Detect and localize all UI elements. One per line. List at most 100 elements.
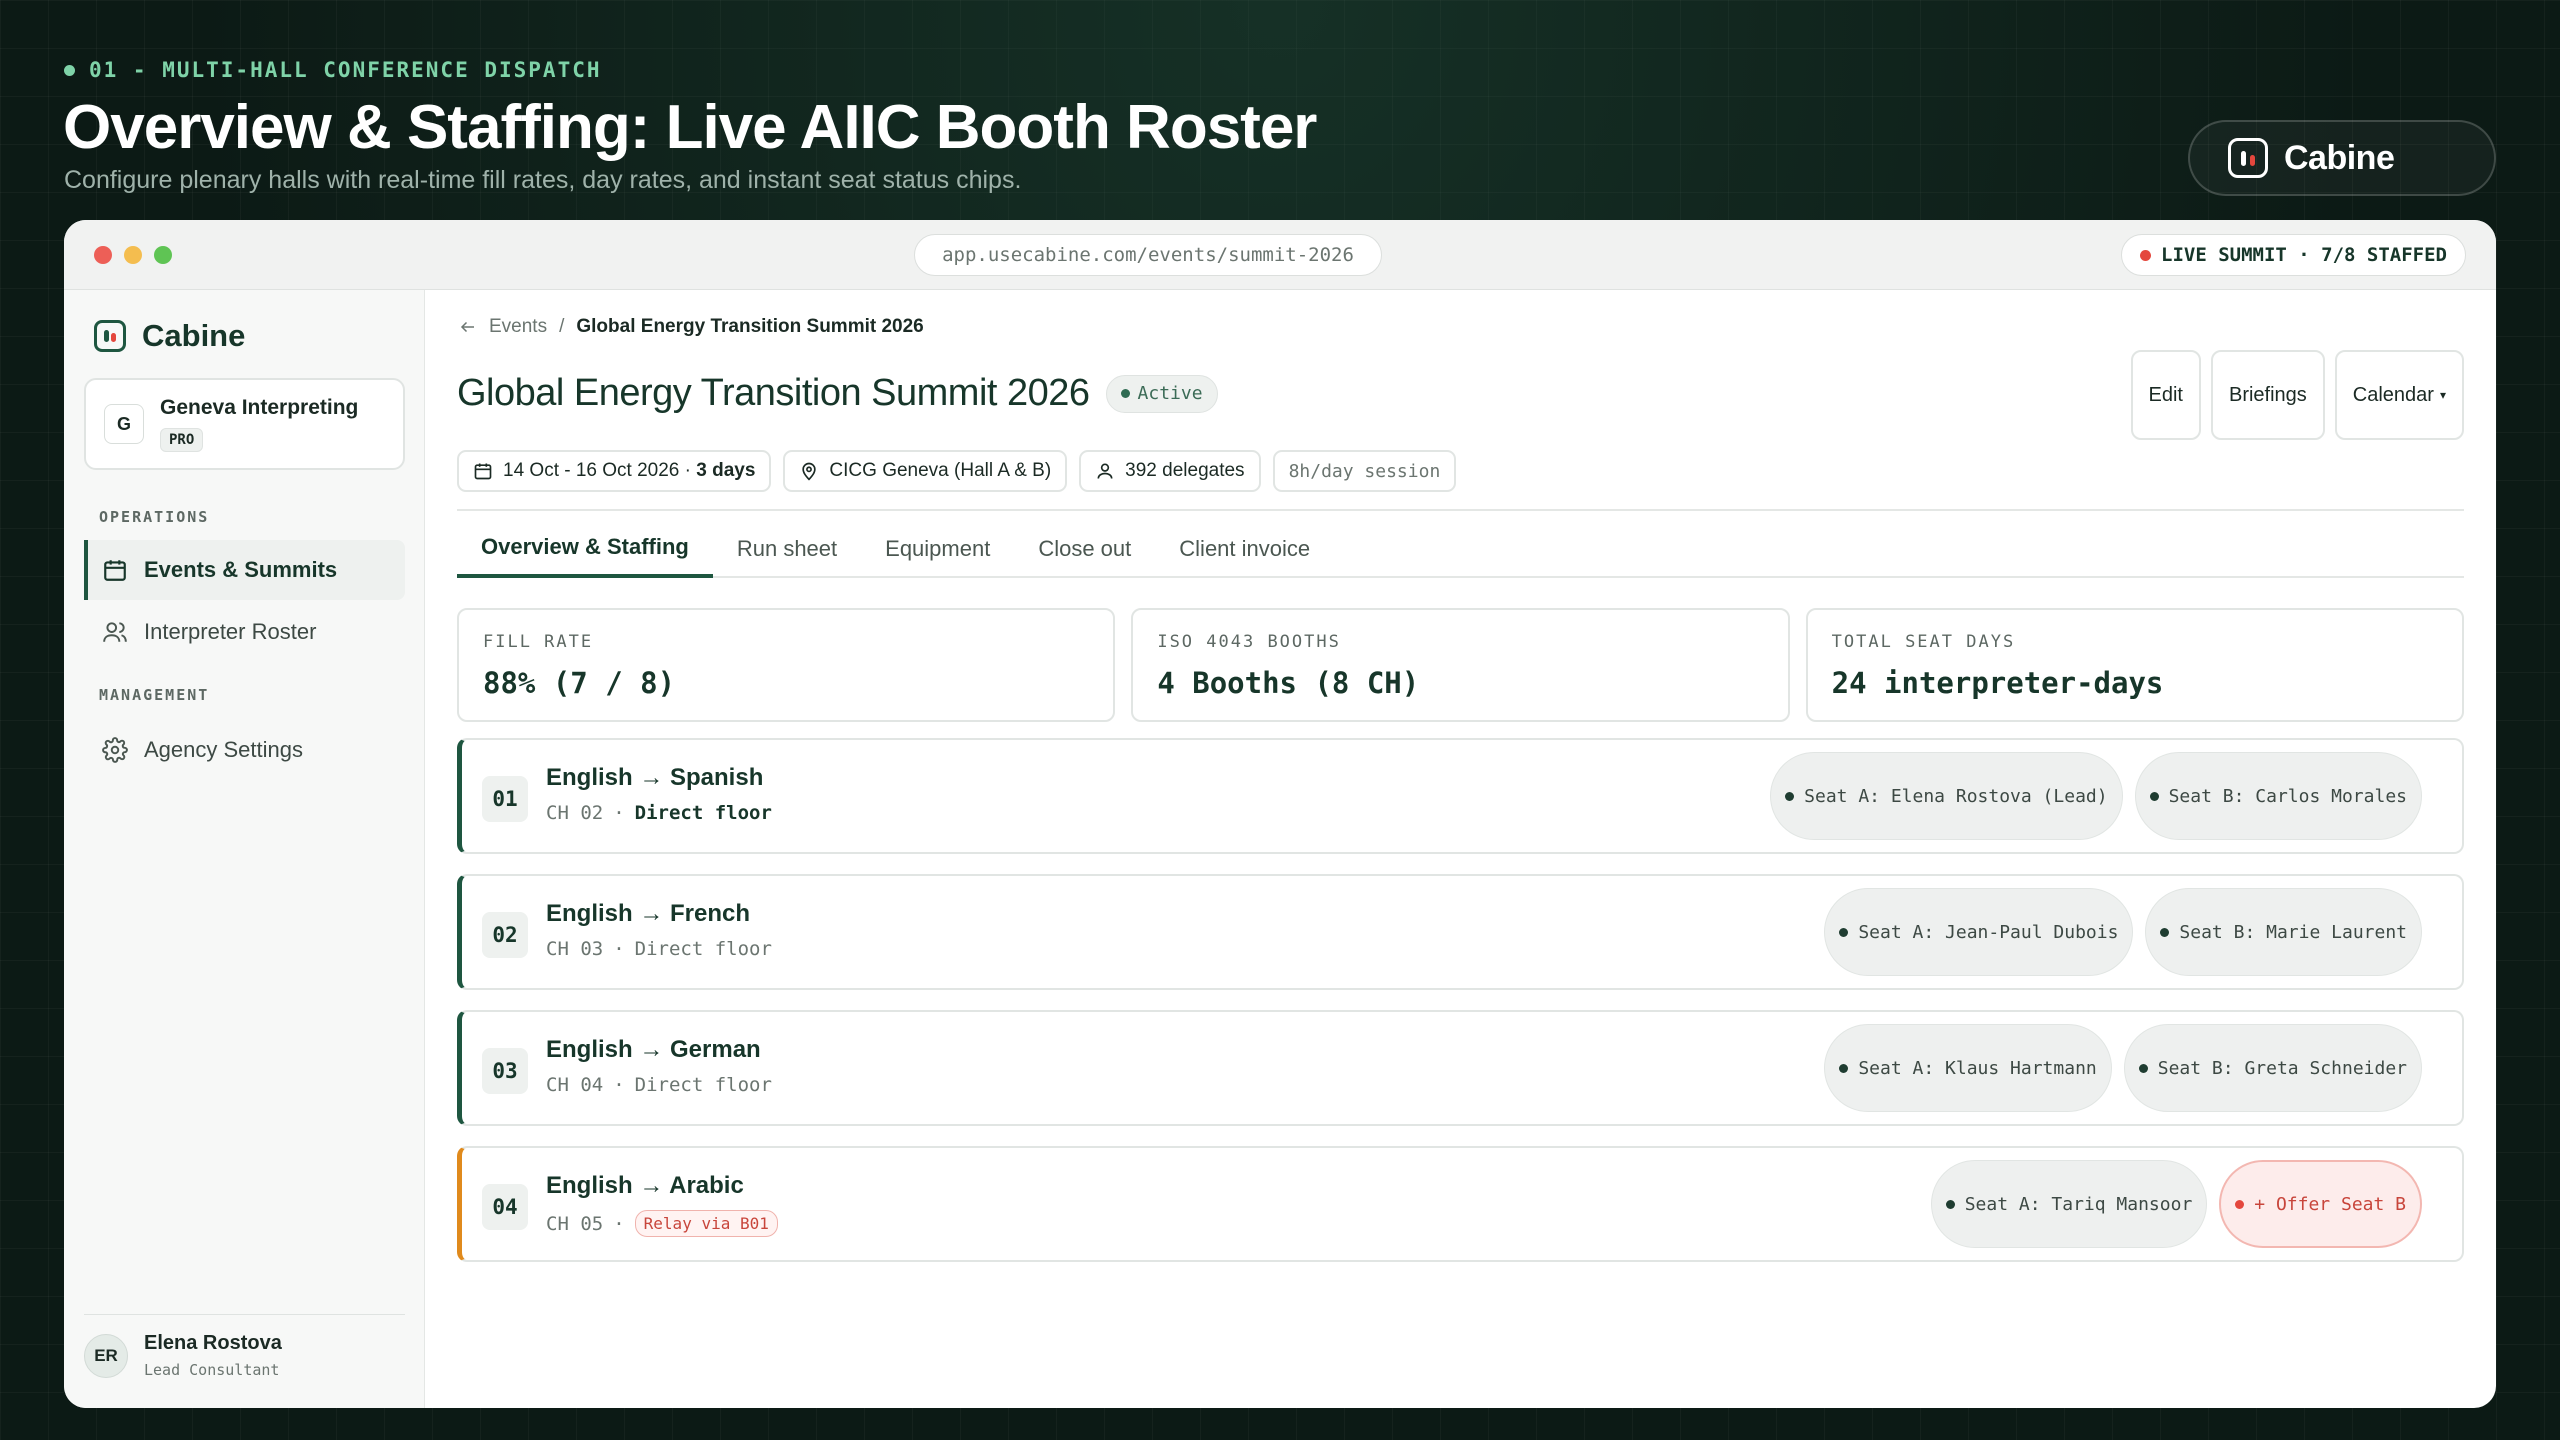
booth-channel: CH 05 [546, 1212, 604, 1235]
tab-overview-staffing[interactable]: Overview & Staffing [457, 520, 713, 578]
seat-chip[interactable]: Seat A: Jean-Paul Dubois [1824, 888, 2134, 976]
kpi-booths: ISO 4043 BOOTHS 4 Booths (8 CH) [1131, 608, 1790, 722]
tab-run-sheet[interactable]: Run sheet [713, 520, 861, 578]
seat-chip[interactable]: Seat A: Tariq Mansoor [1930, 1160, 2208, 1248]
org-switcher[interactable]: G Geneva Interpreting PRO [84, 378, 405, 470]
tab-close-out[interactable]: Close out [1014, 520, 1155, 578]
seat-chips: Seat A: Elena Rostova (Lead) Seat B: Car… [1770, 752, 2422, 840]
booth-row-03[interactable]: 03 English → German CH 04 · Direct floor… [457, 1010, 2464, 1126]
venue-chip: CICG Geneva (Hall A & B) [783, 450, 1068, 492]
divider [457, 509, 2464, 511]
sidebar-brand[interactable]: Cabine [94, 318, 245, 354]
seat-status-dot [2235, 1199, 2245, 1209]
minimize-window-button[interactable] [124, 246, 142, 264]
tab-equipment[interactable]: Equipment [861, 520, 1014, 578]
breadcrumb-current: Global Energy Transition Summit 2026 [576, 316, 924, 337]
booth-separator: · [613, 1212, 625, 1235]
booth-language-pair: English → French [546, 900, 751, 927]
booth-number: 03 [482, 1048, 528, 1094]
sidebar-brand-name: Cabine [142, 318, 246, 353]
kpi-fill-rate: FILL RATE 88% (7 / 8) [457, 608, 1116, 722]
booth-row-02[interactable]: 02 English → French CH 03 · Direct floor… [457, 874, 2464, 990]
sidebar-item-events[interactable]: Events & Summits [84, 540, 405, 600]
cabine-logo-icon [2228, 138, 2268, 178]
booth-number: 02 [482, 912, 528, 958]
booth-floor: Direct floor [634, 1074, 772, 1096]
offer-seat-button[interactable]: + Offer Seat B [2219, 1160, 2422, 1248]
seat-chip[interactable]: Seat A: Elena Rostova (Lead) [1770, 752, 2123, 840]
cabine-logo-icon [94, 320, 126, 352]
user-profile[interactable]: ER Elena Rostova Lead Consultant [84, 1332, 282, 1379]
sidebar-item-label: Events & Summits [144, 557, 338, 582]
booth-language-pair: English → German [546, 1036, 761, 1063]
briefings-button[interactable]: Briefings [2210, 350, 2325, 440]
plan-badge: PRO [160, 428, 204, 452]
live-dot-icon [2140, 249, 2152, 261]
duration-text: 3 days [696, 460, 756, 481]
seat-status-dot [1839, 927, 1849, 937]
booth-floor: Direct floor [634, 938, 772, 960]
sidebar-item-label: Agency Settings [144, 737, 303, 762]
tab-client-invoice[interactable]: Client invoice [1155, 520, 1334, 578]
user-role: Lead Consultant [144, 1361, 280, 1379]
kpi-value: 88% (7 / 8) [483, 666, 676, 700]
close-window-button[interactable] [94, 246, 112, 264]
status-text: Active [1137, 383, 1203, 404]
kpi-row: FILL RATE 88% (7 / 8) ISO 4043 BOOTHS 4 … [457, 608, 2464, 722]
seat-chip[interactable]: Seat B: Greta Schneider [2123, 1024, 2422, 1112]
delegates-text: 392 delegates [1125, 460, 1245, 481]
arrow-left-icon[interactable] [459, 318, 477, 336]
booth-row-01[interactable]: 01 English → Spanish CH 02 · Direct floo… [457, 738, 2464, 854]
kpi-value: 24 interpreter-days [1831, 666, 2164, 700]
kpi-seat-days: TOTAL SEAT DAYS 24 interpreter-days [1805, 608, 2464, 722]
seat-status-dot [2160, 927, 2170, 937]
booth-separator: · [613, 938, 625, 960]
breadcrumb-parent[interactable]: Events [489, 316, 547, 338]
calendar-icon [474, 463, 492, 480]
dates-text: 14 Oct - 16 Oct 2026 · [503, 460, 697, 481]
calendar-dropdown-button[interactable]: Calendar ▾ [2334, 350, 2464, 440]
hero-title: Overview & Staffing: Live AIIC Booth Ros… [63, 93, 1317, 162]
booth-channel: CH 02 [546, 802, 604, 824]
eyebrow-text: 01 - MULTI-HALL CONFERENCE DISPATCH [89, 58, 602, 82]
breadcrumb: Events / Global Energy Transition Summit… [459, 316, 924, 338]
booth-number: 04 [482, 1184, 528, 1230]
seat-label: Seat B: Carlos Morales [2168, 785, 2407, 807]
sidebar-item-roster[interactable]: Interpreter Roster [84, 602, 405, 662]
edit-button[interactable]: Edit [2130, 350, 2201, 440]
seat-label: Seat B: Greta Schneider [2157, 1057, 2407, 1079]
page-title-row: Global Energy Transition Summit 2026 Act… [457, 372, 1218, 415]
booth-details: CH 04 · Direct floor [546, 1074, 772, 1096]
seat-chip[interactable]: Seat A: Klaus Hartmann [1824, 1024, 2112, 1112]
booth-floor: Direct floor [634, 802, 772, 824]
user-icon [1097, 463, 1113, 479]
sidebar: Cabine G Geneva Interpreting PRO OPERATI… [64, 290, 425, 1408]
seat-status-dot [2138, 1063, 2148, 1073]
seat-label: Seat B: Marie Laurent [2179, 921, 2407, 943]
seat-status-dot [2149, 791, 2159, 801]
seat-chip[interactable]: Seat B: Marie Laurent [2145, 888, 2422, 976]
session-chip: 8h/day session [1272, 450, 1457, 492]
user-name: Elena Rostova [144, 1332, 282, 1354]
calendar-icon [104, 560, 126, 581]
booth-separator: · [613, 1074, 625, 1096]
booth-number: 01 [482, 776, 528, 822]
status-dot-icon [1120, 389, 1130, 398]
kpi-value: 4 Booths (8 CH) [1157, 666, 1420, 700]
seat-label: Seat A: Klaus Hartmann [1858, 1057, 2097, 1079]
sidebar-item-settings[interactable]: Agency Settings [84, 720, 405, 780]
booth-details: CH 02 · Direct floor [546, 802, 772, 824]
booth-channel: CH 03 [546, 938, 604, 960]
section-management: MANAGEMENT [99, 686, 210, 704]
booth-row-04[interactable]: 04 English → Arabic CH 05 · Relay via B0… [457, 1146, 2464, 1262]
chevron-down-icon: ▾ [2439, 388, 2446, 402]
relay-badge: Relay via B01 [634, 1210, 778, 1237]
users-icon [103, 622, 127, 642]
kpi-label: ISO 4043 BOOTHS [1157, 632, 1341, 652]
live-status-text: LIVE SUMMIT · 7/8 STAFFED [2161, 244, 2447, 266]
maximize-window-button[interactable] [154, 246, 172, 264]
booth-separator: · [613, 802, 625, 824]
seat-chip[interactable]: Seat B: Carlos Morales [2134, 752, 2422, 840]
url-bar[interactable]: app.usecabine.com/events/summit-2026 [914, 234, 1382, 276]
avatar: ER [84, 1333, 128, 1378]
